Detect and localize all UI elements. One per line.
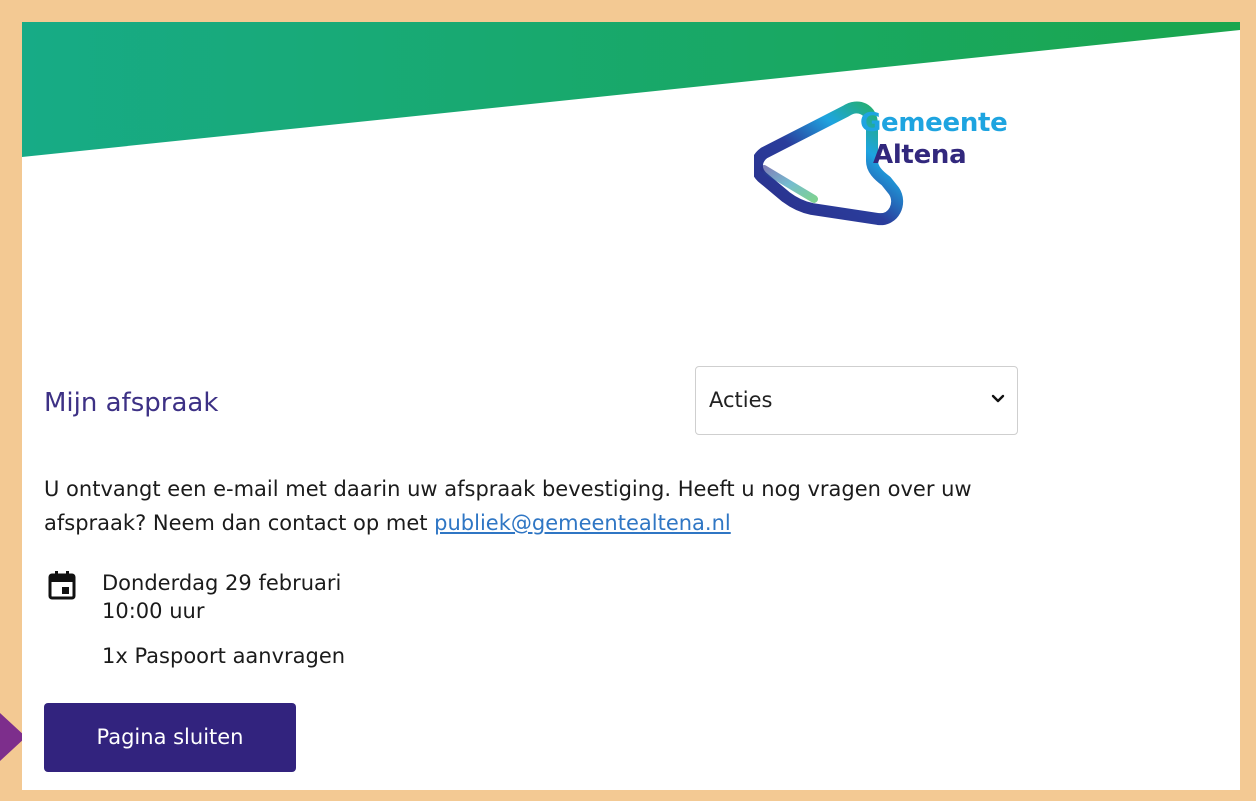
logo-text-altena: Altena (873, 140, 967, 170)
appointment-time: 10:00 uur (102, 599, 205, 623)
header-banner (22, 22, 1240, 157)
chevron-down-icon (991, 394, 1005, 403)
appointment-date: Donderdag 29 februari (102, 571, 342, 595)
appointment-service: 1x Paspoort aanvragen (102, 644, 346, 668)
confirmation-message: U ontvangt een e-mail met daarin uw afsp… (44, 472, 1024, 540)
content-card: Gemeente Altena Mijn afspraak Acties U o… (22, 22, 1240, 790)
actions-select-value: Acties (709, 388, 773, 412)
logo-text-gemeente: Gemeente (860, 108, 1008, 138)
page-title: Mijn afspraak (44, 388, 219, 418)
close-page-button[interactable]: Pagina sluiten (44, 703, 296, 772)
contact-email-link[interactable]: publiek@gemeentealtena.nl (434, 511, 731, 535)
actions-select[interactable]: Acties (695, 366, 1018, 435)
calendar-icon (48, 571, 76, 600)
